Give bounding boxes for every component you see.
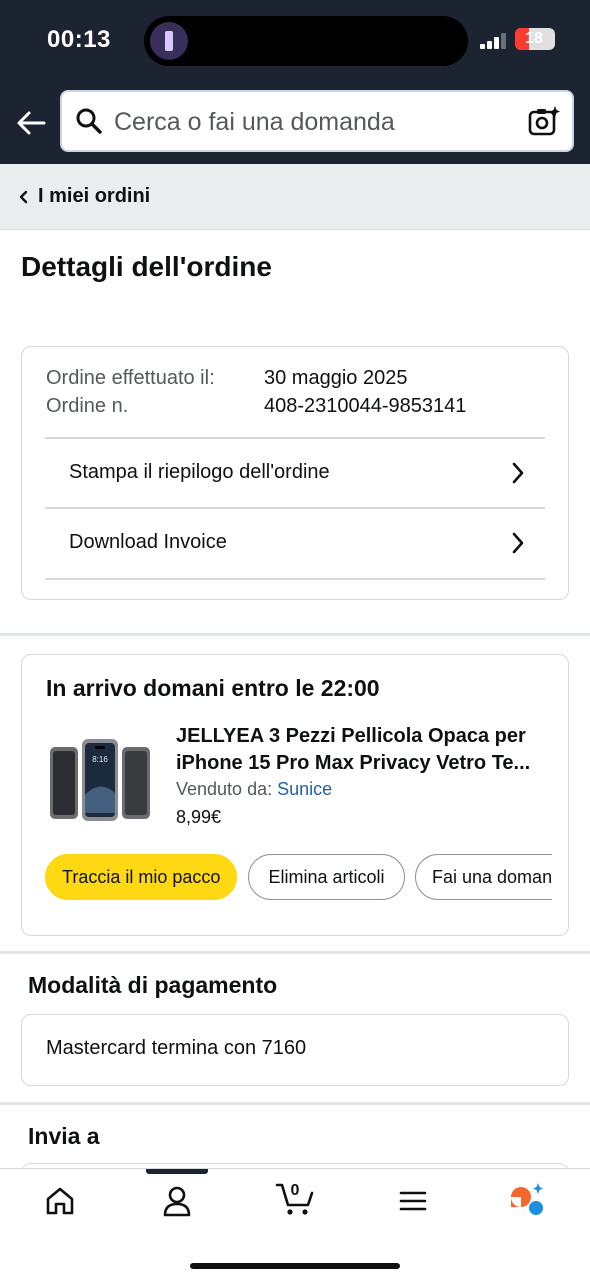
download-invoice-label: Download Invoice	[69, 531, 227, 553]
download-invoice-link[interactable]: Download Invoice	[45, 509, 545, 579]
chevron-right-icon	[512, 532, 524, 554]
home-icon	[46, 1187, 74, 1215]
status-time: 00:13	[47, 26, 111, 53]
account-icon	[163, 1186, 191, 1217]
back-arrow-icon[interactable]	[14, 106, 48, 140]
order-number-value: 408-2310044-9853141	[264, 395, 467, 417]
menu-icon	[399, 1191, 427, 1211]
product-title-line1: JELLYEA 3 Pezzi Pellicola Opaca per	[176, 725, 526, 747]
tab-menu[interactable]	[383, 1179, 443, 1227]
page-title: Dettagli dell'ordine	[21, 251, 272, 282]
chevron-left-icon	[19, 190, 28, 204]
tab-cart[interactable]: 0	[265, 1179, 325, 1227]
app-header: Cerca o fai una domanda	[0, 80, 590, 164]
search-input[interactable]: Cerca o fai una domanda	[60, 90, 574, 152]
tab-home[interactable]	[30, 1179, 90, 1227]
payment-section-title: Modalità di pagamento	[28, 972, 278, 998]
product-title-line2: iPhone 15 Pro Max Privacy Vetro Te...	[176, 752, 531, 774]
delete-items-button[interactable]: Elimina articoli	[248, 854, 405, 900]
camera-search-icon[interactable]	[527, 104, 561, 138]
battery-level: 18	[525, 30, 543, 47]
product-image[interactable]: 8:16	[48, 735, 152, 823]
breadcrumb-label: I miei ordini	[38, 185, 151, 207]
home-indicator	[190, 1263, 400, 1269]
order-info-card: Ordine effettuato il: 30 maggio 2025 Ord…	[21, 346, 569, 600]
product-image-clock: 8:16	[92, 755, 108, 764]
payment-method: Mastercard termina con 7160	[46, 1037, 307, 1059]
order-date-label: Ordine effettuato il:	[46, 367, 215, 389]
chevron-right-icon	[512, 462, 524, 484]
search-placeholder: Cerca o fai una domanda	[114, 108, 395, 136]
rufus-icon	[511, 1183, 543, 1215]
bottom-tab-bar: 0	[0, 1168, 590, 1280]
payment-card: Mastercard termina con 7160	[21, 1014, 569, 1086]
breadcrumb[interactable]: I miei ordini	[0, 164, 590, 230]
battery-icon: 18	[515, 28, 555, 50]
section-separator	[0, 1102, 590, 1105]
print-summary-label: Stampa il riepilogo dell'ordine	[69, 461, 330, 483]
print-summary-link[interactable]: Stampa il riepilogo dell'ordine	[45, 439, 545, 509]
divider	[45, 578, 545, 580]
shipment-card: In arrivo domani entro le 22:00 8:16 JEL…	[21, 654, 569, 936]
order-date-value: 30 maggio 2025	[264, 367, 408, 389]
delivery-estimate: In arrivo domani entro le 22:00	[46, 675, 380, 701]
tab-rufus[interactable]	[500, 1179, 560, 1227]
seller-link[interactable]: Sunice	[277, 779, 332, 799]
dynamic-island	[144, 16, 468, 66]
signal-icon	[480, 33, 508, 49]
ship-to-title: Invia a	[28, 1123, 100, 1149]
product-title[interactable]: JELLYEA 3 Pezzi Pellicola Opaca per iPho…	[176, 723, 550, 777]
section-separator	[0, 633, 590, 636]
order-number-label: Ordine n.	[46, 395, 129, 417]
ask-question-button[interactable]: Fai una domanda	[415, 854, 568, 900]
scroll-fade	[552, 845, 568, 909]
status-bar: 00:13 18	[0, 0, 590, 80]
track-package-button[interactable]: Traccia il mio pacco	[45, 854, 237, 900]
section-separator	[0, 951, 590, 954]
search-icon	[76, 108, 102, 134]
product-price: 8,99€	[176, 807, 222, 827]
tab-account[interactable]	[147, 1179, 207, 1227]
flashlight-icon	[150, 22, 188, 60]
cart-icon	[275, 1183, 314, 1215]
sold-by-label: Venduto da:	[176, 779, 273, 799]
active-tab-indicator	[146, 1169, 208, 1174]
sold-by: Venduto da: Sunice	[176, 779, 332, 800]
